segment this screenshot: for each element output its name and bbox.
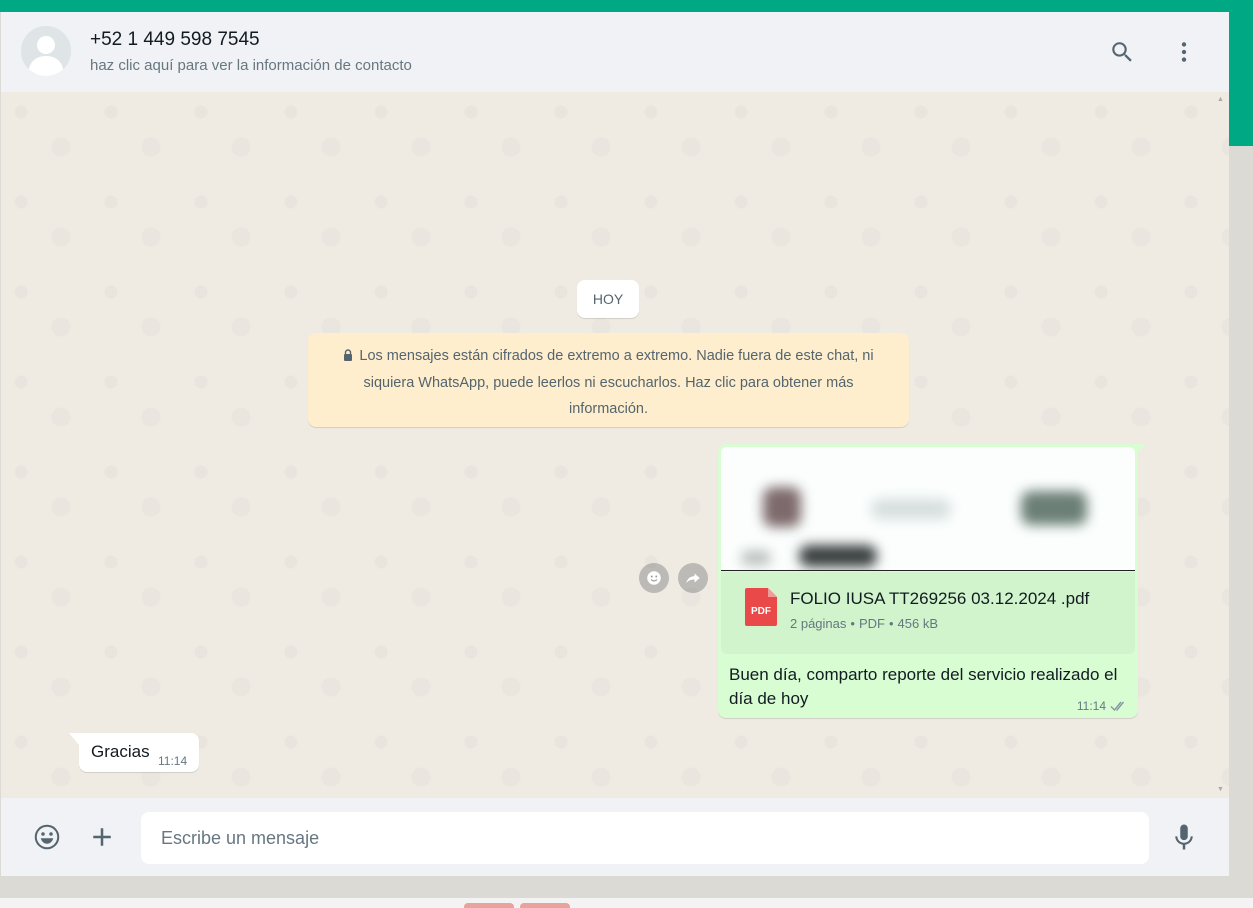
document-meta: 2 páginas • PDF • 456 kB (790, 616, 938, 631)
document-type: PDF (858, 616, 885, 631)
chat-window: +52 1 449 598 7545 haz clic aquí para ve… (1, 12, 1229, 876)
incoming-bubble-tail (69, 733, 79, 745)
search-button[interactable] (1106, 36, 1138, 68)
date-divider: HOY (577, 280, 639, 318)
read-double-check-icon (1110, 701, 1125, 712)
pdf-file-icon: PDF (745, 588, 777, 626)
contact-avatar[interactable] (21, 26, 71, 76)
contact-info-hint[interactable]: haz clic aquí para ver la información de… (90, 57, 412, 74)
incoming-message-time: 11:14 (158, 754, 188, 768)
microphone-icon (1175, 824, 1193, 850)
taskbar-tab[interactable] (520, 903, 570, 908)
incoming-message-text: Gracias (91, 742, 150, 761)
message-list[interactable]: ▲ HOY Los mensajes están cifrados de ext… (1, 92, 1229, 798)
outgoing-message[interactable]: PDF FOLIO IUSA TT269256 03.12.2024 .pdf … (718, 444, 1138, 718)
chat-header[interactable]: +52 1 449 598 7545 haz clic aquí para ve… (1, 12, 1229, 92)
compose-bar (1, 798, 1229, 876)
emoji-button[interactable] (30, 820, 64, 854)
forward-button[interactable] (678, 563, 708, 593)
emoji-reaction-icon (647, 571, 661, 585)
message-time: 11:14 (1076, 699, 1106, 713)
document-file-name: FOLIO IUSA TT269256 03.12.2024 .pdf (790, 589, 1090, 608)
encryption-notice[interactable]: Los mensajes están cifrados de extremo a… (308, 333, 909, 427)
message-input[interactable] (141, 812, 1149, 864)
menu-kebab-icon (1181, 42, 1187, 62)
taskbar-tab[interactable] (464, 903, 514, 908)
react-button[interactable] (639, 563, 669, 593)
attach-button[interactable] (85, 820, 119, 854)
search-icon (1112, 42, 1132, 62)
forward-arrow-icon (686, 573, 700, 584)
incoming-message[interactable]: Gracias 11:14 (79, 733, 199, 772)
voice-message-button[interactable] (1167, 820, 1201, 854)
contact-name[interactable]: +52 1 449 598 7545 (90, 29, 260, 51)
background-accent-strip (1229, 0, 1253, 146)
meta-separator: • (850, 616, 855, 631)
document-pages: 2 páginas (790, 616, 847, 631)
taskbar-edge (0, 898, 1253, 908)
app-top-bar (0, 0, 1253, 12)
scroll-down-arrow[interactable]: ▼ (1217, 786, 1225, 794)
emoji-icon (34, 824, 60, 850)
scroll-up-arrow[interactable]: ▲ (1217, 96, 1225, 104)
encryption-notice-text: Los mensajes están cifrados de extremo a… (359, 348, 874, 417)
document-size: 456 kB (897, 616, 938, 631)
meta-separator: • (888, 616, 894, 631)
background-side (1229, 146, 1253, 906)
avatar-placeholder-icon (21, 26, 71, 76)
document-attachment[interactable]: PDF FOLIO IUSA TT269256 03.12.2024 .pdf … (721, 572, 1135, 654)
lock-icon (344, 349, 353, 361)
message-caption: Buen día, comparto reporte del servicio … (729, 665, 1118, 708)
attach-plus-icon (93, 828, 111, 846)
document-thumbnail[interactable] (721, 447, 1135, 571)
pdf-icon-label: PDF (751, 606, 771, 617)
message-meta: 11:14 (1077, 699, 1128, 713)
menu-button[interactable] (1168, 36, 1200, 68)
